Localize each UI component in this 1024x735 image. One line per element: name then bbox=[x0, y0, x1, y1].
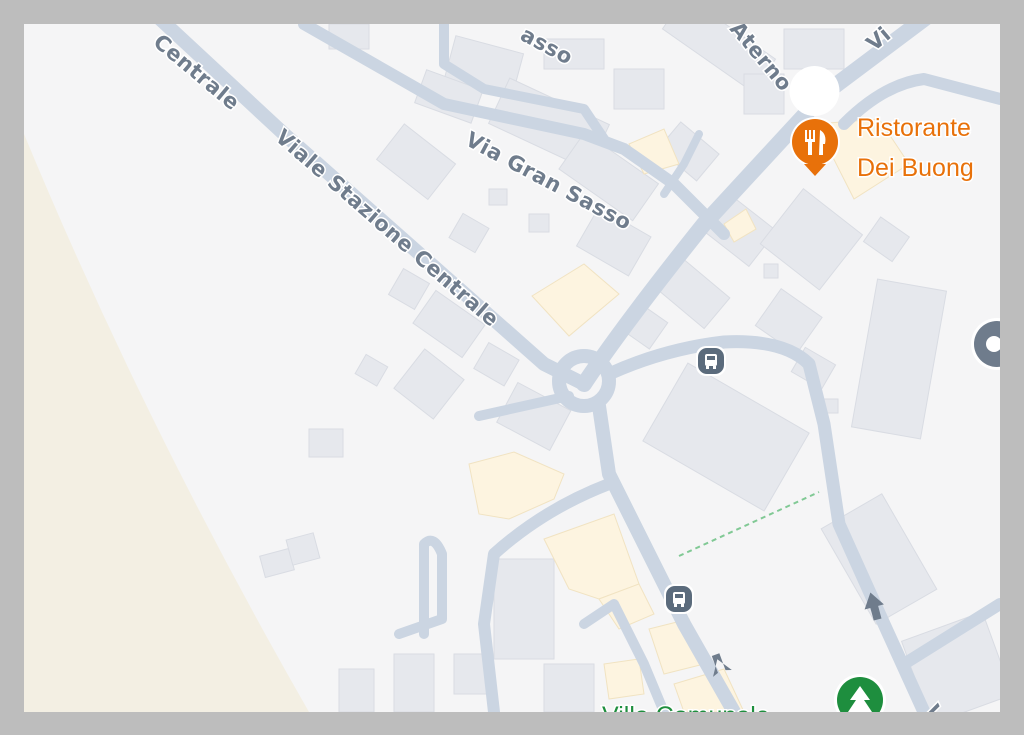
park-label: Villa Comunale bbox=[602, 702, 770, 712]
restaurant-label-line1: Ristorante bbox=[857, 114, 971, 142]
map-view[interactable]: Centrale Viale Stazione Centrale Via Gra… bbox=[24, 24, 1000, 712]
street-label-centrale-top: Centrale bbox=[149, 29, 245, 115]
sand-area bbox=[24, 134, 309, 712]
bus-stop-marker[interactable] bbox=[696, 346, 726, 376]
restaurant-label-line2: Dei Buong bbox=[857, 154, 974, 182]
restaurant-marker bbox=[789, 66, 840, 116]
park-poi[interactable]: Villa Comunale bbox=[601, 674, 886, 712]
one-way-arrows bbox=[711, 592, 884, 677]
map-canvas[interactable]: Centrale Viale Stazione Centrale Via Gra… bbox=[24, 24, 1000, 712]
place-marker[interactable] bbox=[971, 318, 1000, 370]
bus-stop-marker[interactable] bbox=[664, 584, 694, 614]
